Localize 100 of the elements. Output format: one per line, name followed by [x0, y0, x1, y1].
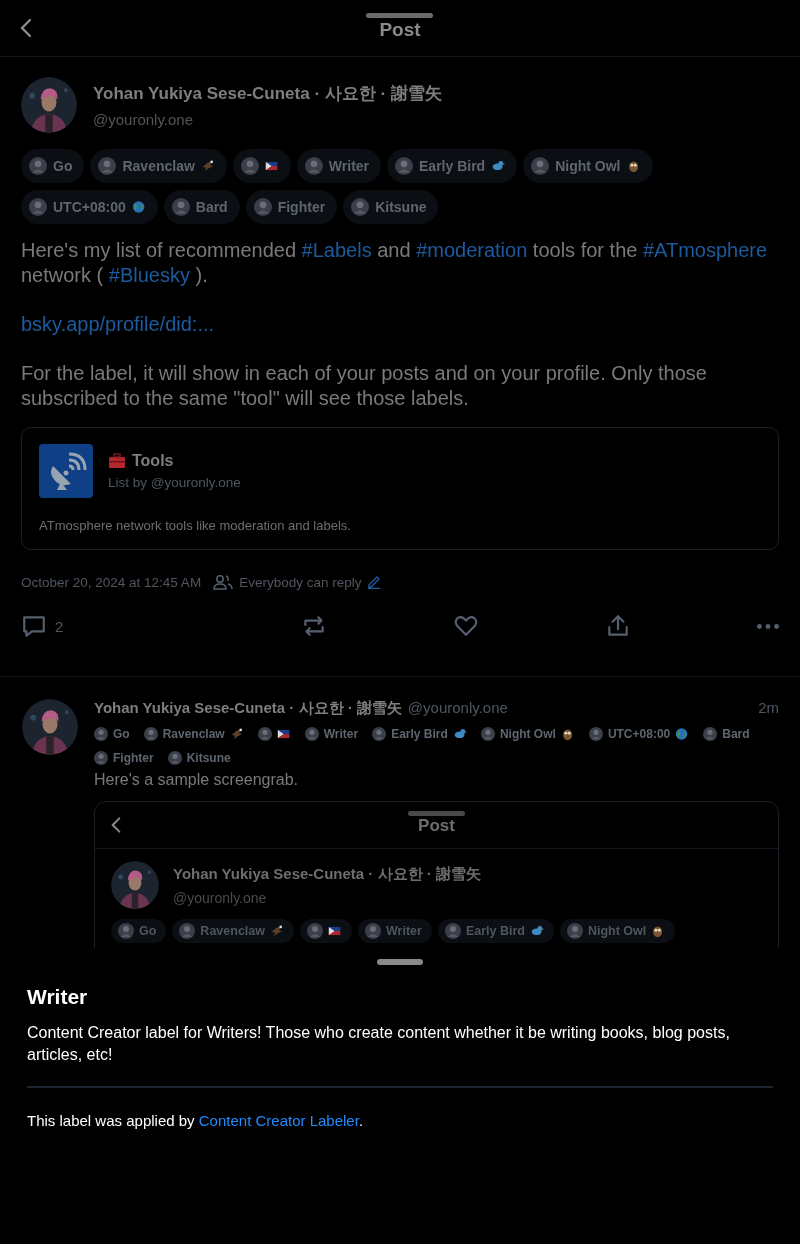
- label-chip[interactable]: Fighter: [94, 751, 154, 765]
- label-avatar-icon: [118, 923, 134, 939]
- label-avatar-icon: [351, 198, 370, 216]
- label-chip[interactable]: Ravenclaw: [143, 727, 244, 741]
- label-avatar-icon: [29, 198, 47, 216]
- list-card[interactable]: Tools List by @youronly.one ATmosphere network tools like moderation and labels.: [21, 427, 779, 550]
- flag-icon: [264, 159, 279, 173]
- label-description: Content Creator label for Writers! Those who create content whether it be writing books, blog posts, articles, etc!: [27, 1023, 731, 1065]
- list-description: ATmosphere network tools like moderation and labels.: [39, 518, 352, 533]
- back-button[interactable]: [20, 18, 32, 38]
- label-chip[interactable]: Go: [94, 727, 130, 741]
- author-handle[interactable]: @youronly.one: [93, 111, 442, 128]
- reply-button[interactable]: 2: [21, 613, 64, 639]
- label-chip[interactable]: Kitsune: [343, 190, 439, 224]
- label-chip[interactable]: Writer: [304, 727, 359, 741]
- label-avatar-icon: [179, 923, 196, 939]
- label-avatar-icon: [566, 923, 583, 939]
- label-avatar-icon: [480, 727, 495, 741]
- label-avatar-icon: [444, 923, 461, 939]
- back-icon: [111, 816, 121, 834]
- label-avatar-icon: [372, 727, 387, 741]
- label-avatar-icon: [171, 198, 190, 216]
- eagle-icon: [270, 924, 284, 938]
- label-chip[interactable]: Night Owl: [523, 149, 653, 183]
- hashtag-link[interactable]: #Bluesky: [108, 264, 190, 286]
- bird-icon: [452, 727, 467, 741]
- label-chip[interactable]: Night Owl: [480, 727, 575, 741]
- label-chip[interactable]: Writer: [296, 149, 382, 183]
- globe-icon: [675, 727, 690, 741]
- post-time: 2m: [758, 699, 779, 716]
- label-avatar-icon: [240, 157, 259, 175]
- like-button[interactable]: [453, 613, 480, 639]
- labeler-link[interactable]: Content Creator Labeler: [198, 1112, 359, 1129]
- bird-icon: [491, 159, 506, 173]
- label-avatar-icon: [304, 157, 323, 175]
- label-chip[interactable]: Bard: [163, 190, 240, 224]
- label-chip[interactable]: Early Bird: [372, 727, 467, 741]
- label-avatar-icon: [304, 727, 319, 741]
- toolbox-icon: [108, 453, 126, 469]
- attribution-text: This label was applied by Content Creator Labeler.: [27, 1112, 365, 1129]
- label-avatar-icon: [531, 157, 550, 175]
- label-avatar-icon: [365, 923, 381, 939]
- owl-icon: [626, 159, 641, 173]
- label-avatar-icon: [143, 727, 158, 741]
- label-avatar-icon: [703, 727, 718, 741]
- hashtag-link[interactable]: #ATmosphere: [642, 239, 768, 261]
- label-avatar-icon: [29, 157, 47, 175]
- post-text: For the label, it will show in each of your posts and on your profile. Only those subscribed to the same "tool" will see those labels.: [21, 361, 708, 411]
- author-handle[interactable]: @youronly.one: [407, 699, 508, 716]
- label-chip[interactable]: UTC+08:00: [21, 190, 158, 224]
- back-icon: [20, 18, 32, 38]
- label-chip[interactable]: Bard: [703, 727, 750, 741]
- globe-icon: [131, 200, 146, 214]
- hashtag-link[interactable]: bsky.app/profile/did:...: [21, 313, 215, 335]
- owl-icon: [560, 727, 575, 741]
- label-avatar-icon: [257, 727, 272, 741]
- label-chip[interactable]: Kitsune: [167, 751, 231, 765]
- label-chip[interactable]: Ravenclaw: [90, 149, 227, 183]
- more-icon: [756, 623, 779, 629]
- author-handle: @youronly.one: [173, 889, 268, 906]
- people-icon: [213, 574, 234, 590]
- label-chip[interactable]: Go: [111, 919, 167, 943]
- label-chip[interactable]: Writer: [358, 919, 432, 943]
- author-name: Yohan Yukiya Sese-Cuneta · 사요한 · 謝雪矢: [173, 864, 481, 884]
- drag-handle[interactable]: [377, 959, 423, 965]
- label-chip[interactable]: Early Bird: [437, 919, 554, 943]
- flag-icon: [276, 727, 291, 741]
- label-avatar-icon: [94, 727, 108, 741]
- drag-handle[interactable]: [366, 13, 433, 18]
- label-avatar-icon: [98, 157, 117, 175]
- heart-icon: [453, 613, 480, 639]
- reply-icon: [21, 613, 47, 639]
- satellite-dish-icon: [39, 444, 93, 498]
- label-chip[interactable]: Go: [21, 149, 85, 183]
- timestamp: October 20, 2024 at 12:45 AM: [21, 574, 202, 590]
- label-chip[interactable]: Night Owl: [559, 919, 676, 943]
- list-author: List by @youronly.one: [108, 475, 241, 490]
- eagle-icon: [229, 727, 244, 741]
- reply-setting-button[interactable]: Everybody can reply: [213, 574, 382, 590]
- author-name[interactable]: Yohan Yukiya Sese-Cuneta · 사요한 · 謝雪矢: [94, 699, 402, 718]
- label-chip[interactable]: [257, 727, 291, 741]
- post-text: Here's a sample screengrab.: [94, 771, 300, 789]
- hashtag-link[interactable]: #Labels: [301, 239, 372, 261]
- eagle-icon: [200, 159, 215, 173]
- page-title: Post: [379, 19, 421, 41]
- drag-handle: [408, 811, 465, 816]
- list-title: Tools: [132, 452, 174, 470]
- label-chip[interactable]: Ravenclaw: [172, 919, 294, 943]
- label-avatar-icon: [94, 751, 108, 765]
- hashtag-link[interactable]: #moderation: [416, 239, 528, 261]
- author-name[interactable]: Yohan Yukiya Sese-Cuneta · 사요한 · 謝雪矢: [93, 82, 442, 105]
- label-avatar-icon: [167, 751, 182, 765]
- label-chip[interactable]: UTC+08:00: [588, 727, 690, 741]
- label-chip[interactable]: Fighter: [245, 190, 338, 224]
- label-avatar-icon: [307, 923, 323, 939]
- flag-icon: [328, 924, 342, 938]
- label-chip[interactable]: Early Bird: [387, 149, 518, 183]
- label-avatar-icon: [253, 198, 272, 216]
- pencil-icon: [367, 575, 382, 589]
- more-button[interactable]: [756, 623, 779, 629]
